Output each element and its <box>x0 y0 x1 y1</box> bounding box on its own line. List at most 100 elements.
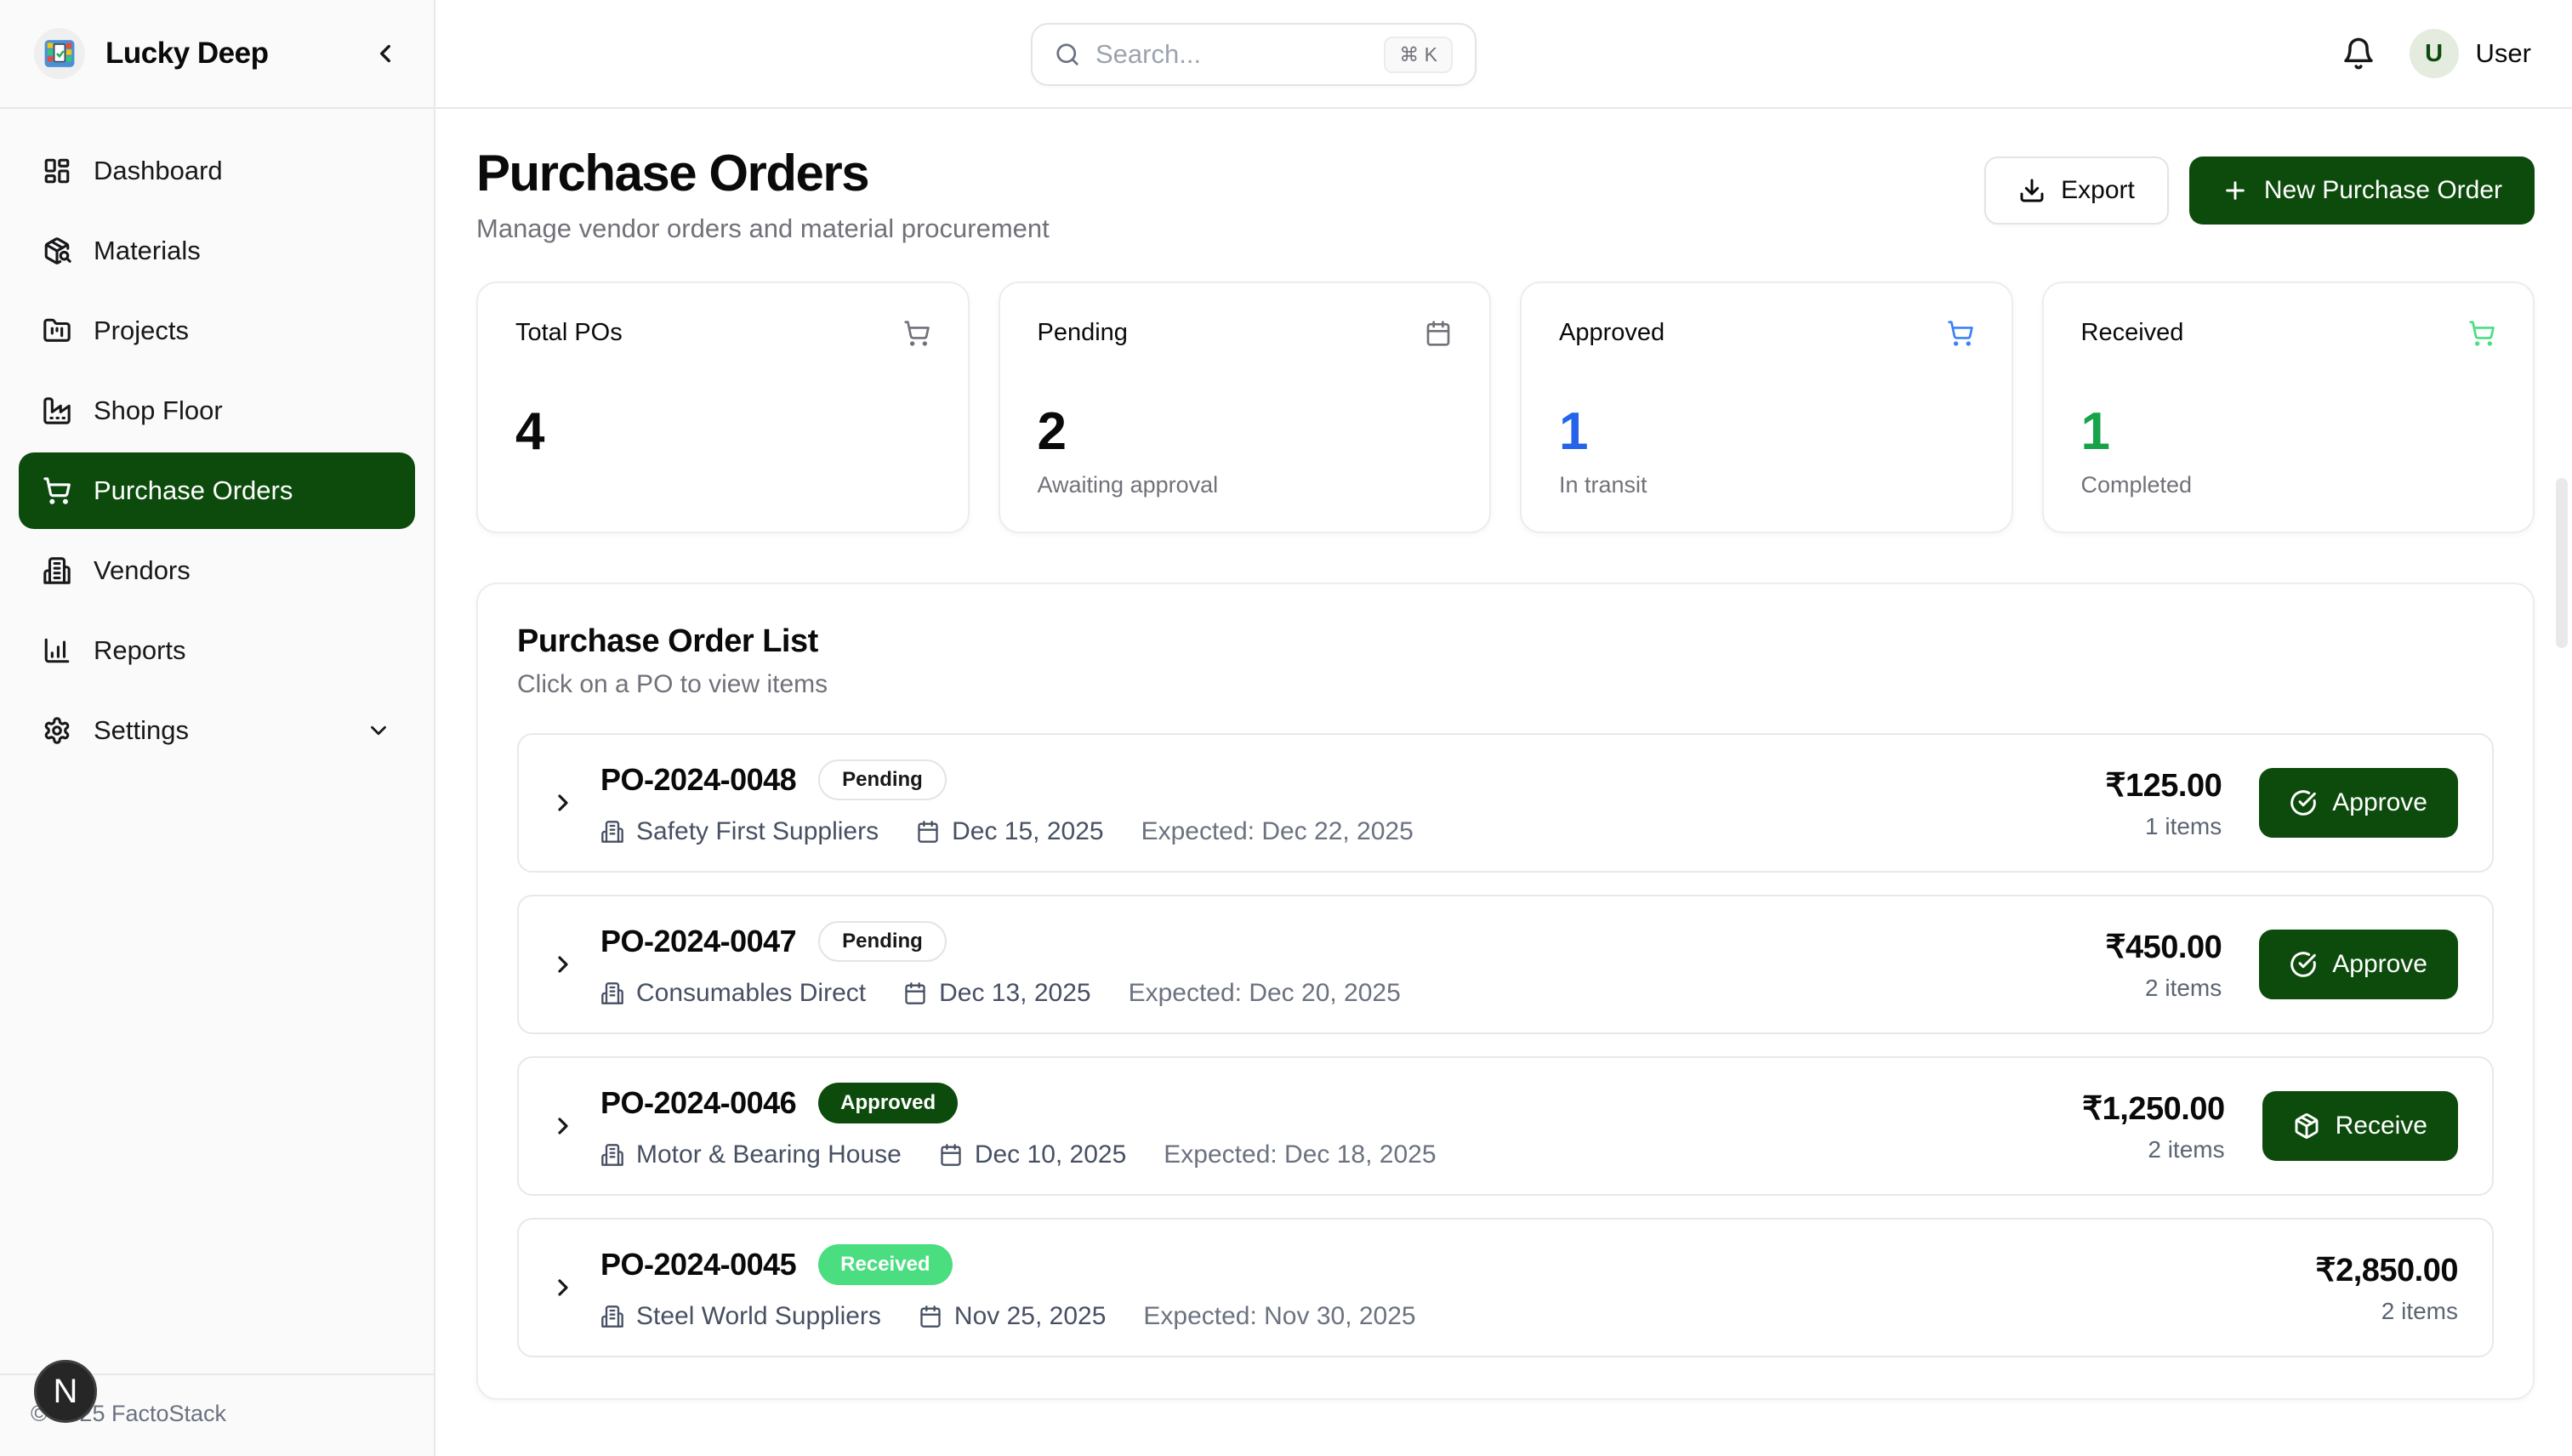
stat-label: Pending <box>1038 319 1128 347</box>
po-row-0047[interactable]: PO-2024-0047 Pending Consumables Direct … <box>517 895 2494 1034</box>
user-menu[interactable]: U User <box>2410 29 2531 78</box>
stat-card-total-pos: Total POs 4 <box>476 282 970 533</box>
chevron-down-icon <box>366 718 391 743</box>
shopping-cart-icon <box>2468 320 2495 347</box>
avatar: U <box>2410 29 2459 78</box>
po-row-0046[interactable]: PO-2024-0046 Approved Motor & Bearing Ho… <box>517 1056 2494 1196</box>
approve-button[interactable]: Approve <box>2259 768 2458 838</box>
receive-button[interactable]: Receive <box>2262 1091 2458 1161</box>
bell-icon <box>2342 37 2376 71</box>
stat-label: Total POs <box>515 319 623 347</box>
search-input[interactable]: Search... ⌘ K <box>1031 23 1477 86</box>
stat-cards: Total POs 4 Pending 2 Awaiting approval <box>476 282 2535 533</box>
page-subtitle: Manage vendor orders and material procur… <box>476 213 1050 244</box>
shopping-cart-icon <box>1947 320 1974 347</box>
sidebar-item-vendors[interactable]: Vendors <box>19 532 415 609</box>
dashboard-icon <box>43 156 71 185</box>
sidebar-item-materials[interactable]: Materials <box>19 213 415 289</box>
po-item-count: 2 items <box>2082 1136 2225 1163</box>
search-icon <box>1055 42 1080 67</box>
stat-subtitle: In transit <box>1559 472 1974 499</box>
building-icon <box>600 1305 624 1328</box>
po-list-subtitle: Click on a PO to view items <box>517 670 2494 699</box>
sidebar-item-label: Vendors <box>94 555 191 586</box>
page-title: Purchase Orders <box>476 146 1050 200</box>
action-label: Receive <box>2336 1112 2427 1140</box>
supplier-name: Steel World Suppliers <box>636 1302 881 1331</box>
expand-row-button[interactable] <box>549 789 577 816</box>
scrollbar-thumb[interactable] <box>2556 478 2568 648</box>
order-date: Dec 10, 2025 <box>975 1140 1126 1169</box>
expected-date: Expected: Dec 22, 2025 <box>1141 817 1414 846</box>
po-id: PO-2024-0047 <box>600 924 796 959</box>
stat-subtitle <box>515 472 930 499</box>
sidebar-item-purchase-orders[interactable]: Purchase Orders <box>19 452 415 529</box>
purchase-order-list-card: Purchase Order List Click on a PO to vie… <box>476 583 2535 1400</box>
calendar-icon <box>939 1143 963 1167</box>
action-label: Approve <box>2332 788 2427 817</box>
supplier-name: Motor & Bearing House <box>636 1140 902 1169</box>
sidebar-item-reports[interactable]: Reports <box>19 612 415 689</box>
sidebar-item-projects[interactable]: Projects <box>19 293 415 369</box>
sidebar-item-settings[interactable]: Settings <box>19 692 415 769</box>
po-amount: ₹2,850.00 <box>2315 1251 2458 1289</box>
check-circle-icon <box>2290 951 2317 978</box>
export-button[interactable]: Export <box>1984 156 2169 225</box>
notifications-button[interactable] <box>2342 37 2376 71</box>
building-icon <box>43 556 71 585</box>
order-date: Nov 25, 2025 <box>954 1302 1106 1331</box>
sidebar-item-label: Shop Floor <box>94 395 223 426</box>
po-row-0048[interactable]: PO-2024-0048 Pending Safety First Suppli… <box>517 733 2494 873</box>
order-date: Dec 13, 2025 <box>939 979 1090 1008</box>
expand-row-button[interactable] <box>549 1112 577 1140</box>
content: Purchase Orders Manage vendor orders and… <box>435 109 2572 1456</box>
po-item-count: 1 items <box>2105 813 2222 840</box>
bar-chart-icon <box>43 636 71 665</box>
chevron-right-icon <box>549 789 577 816</box>
sidebar-item-label: Materials <box>94 236 201 266</box>
shopping-cart-icon <box>43 476 71 505</box>
status-badge: Approved <box>818 1083 958 1123</box>
sidebar-item-shop-floor[interactable]: Shop Floor <box>19 373 415 449</box>
po-row-0045[interactable]: PO-2024-0045 Received Steel World Suppli… <box>517 1218 2494 1357</box>
stat-value: 1 <box>1559 406 1974 458</box>
app-logo <box>34 28 85 79</box>
stat-value: 1 <box>2081 406 2496 458</box>
expand-row-button[interactable] <box>549 951 577 978</box>
new-purchase-order-button[interactable]: New Purchase Order <box>2189 156 2535 225</box>
package-search-icon <box>43 236 71 265</box>
package-icon <box>2293 1112 2320 1140</box>
po-item-count: 2 items <box>2105 975 2222 1002</box>
po-item-count: 2 items <box>2315 1298 2458 1325</box>
stat-label: Approved <box>1559 319 1664 347</box>
sidebar-collapse-button[interactable] <box>371 39 400 68</box>
chevron-right-icon <box>549 1274 577 1301</box>
sidebar-footer: N © 2025 FactoStack <box>0 1374 434 1456</box>
export-label: Export <box>2061 176 2135 205</box>
expand-row-button[interactable] <box>549 1274 577 1301</box>
po-amount: ₹1,250.00 <box>2082 1089 2225 1128</box>
approve-button[interactable]: Approve <box>2259 930 2458 999</box>
calendar-icon <box>919 1305 942 1328</box>
po-id: PO-2024-0045 <box>600 1247 796 1283</box>
factory-icon <box>43 396 71 425</box>
stat-card-approved: Approved 1 In transit <box>1520 282 2013 533</box>
sidebar-item-dashboard[interactable]: Dashboard <box>19 133 415 209</box>
topbar: Search... ⌘ K U User <box>435 0 2572 109</box>
chevron-left-icon <box>371 39 400 68</box>
dev-badge[interactable]: N <box>34 1360 97 1423</box>
sidebar-item-label: Purchase Orders <box>94 475 293 506</box>
calendar-icon <box>1425 320 1452 347</box>
check-circle-icon <box>2290 789 2317 816</box>
topbar-right: U User <box>2342 29 2572 78</box>
po-list-title: Purchase Order List <box>517 623 2494 660</box>
sidebar-item-label: Settings <box>94 715 189 746</box>
sidebar-nav: Dashboard Materials Projects Shop Floor … <box>0 109 434 1374</box>
stat-card-received: Received 1 Completed <box>2042 282 2535 533</box>
status-badge: Pending <box>818 921 947 962</box>
stat-subtitle: Completed <box>2081 472 2496 499</box>
stat-label: Received <box>2081 319 2184 347</box>
plus-icon <box>2222 177 2249 204</box>
building-icon <box>600 1143 624 1167</box>
stat-subtitle: Awaiting approval <box>1038 472 1453 499</box>
